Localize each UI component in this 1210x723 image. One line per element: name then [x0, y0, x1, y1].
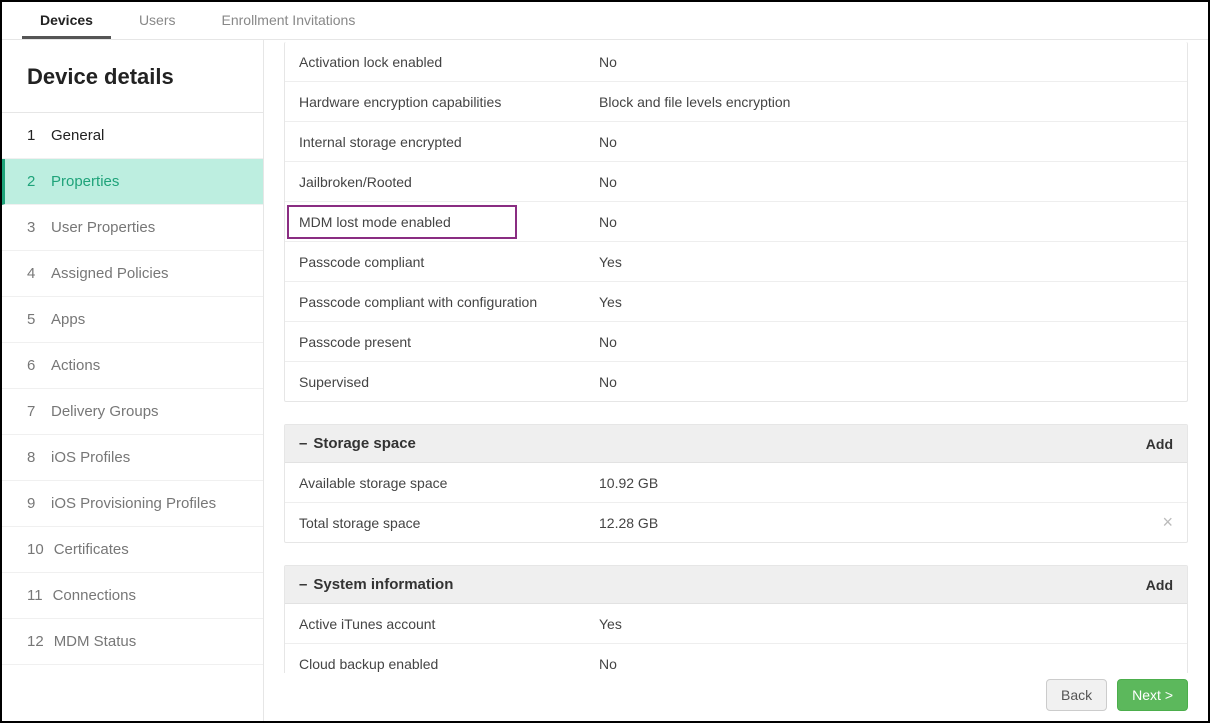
sidebar-item-label: Delivery Groups — [51, 403, 159, 420]
property-row: Activation lock enabledNo — [285, 42, 1187, 82]
property-row: Internal storage encryptedNo — [285, 122, 1187, 162]
property-label: Hardware encryption capabilities — [299, 94, 599, 110]
property-label: Available storage space — [299, 475, 599, 491]
property-label: Internal storage encrypted — [299, 134, 599, 150]
property-label: Supervised — [299, 374, 599, 390]
sidebar-item-label: Connections — [53, 587, 136, 604]
property-label: Total storage space — [299, 515, 599, 531]
footer-actions: Back Next > — [1046, 679, 1188, 711]
add-system-button[interactable]: Add — [1146, 577, 1173, 593]
property-value: Yes — [599, 254, 1173, 270]
tab-users[interactable]: Users — [121, 2, 194, 39]
sidebar-item-apps[interactable]: 5Apps — [2, 297, 263, 343]
sidebar-nav: 1General 2Properties 3User Properties 4A… — [2, 113, 263, 665]
next-button[interactable]: Next > — [1117, 679, 1188, 711]
top-tabbar: Devices Users Enrollment Invitations — [2, 2, 1208, 40]
property-row: Available storage space10.92 GB — [285, 463, 1187, 503]
content-scroll[interactable]: Activation lock enabledNo Hardware encry… — [284, 40, 1188, 673]
section-storage: – Storage space Add Available storage sp… — [284, 424, 1188, 543]
property-row: Passcode compliantYes — [285, 242, 1187, 282]
property-value: No — [599, 174, 1173, 190]
sidebar-item-label: General — [51, 127, 104, 144]
property-label: Passcode compliant — [299, 254, 599, 270]
highlighted-label: MDM lost mode enabled — [287, 205, 517, 239]
section-header-system: – System information Add — [285, 566, 1187, 604]
property-row: Jailbroken/RootedNo — [285, 162, 1187, 202]
collapse-icon[interactable]: – — [299, 576, 307, 593]
sidebar-item-label: Actions — [51, 357, 100, 374]
back-button[interactable]: Back — [1046, 679, 1107, 711]
page-title: Device details — [2, 40, 263, 113]
property-value: Block and file levels encryption — [599, 94, 1173, 110]
main-content: Activation lock enabledNo Hardware encry… — [264, 40, 1208, 721]
sidebar-item-label: Certificates — [54, 541, 129, 558]
sidebar-item-general[interactable]: 1General — [2, 113, 263, 159]
property-value: Yes — [599, 294, 1173, 310]
property-row: Passcode presentNo — [285, 322, 1187, 362]
sidebar: Device details 1General 2Properties 3Use… — [2, 40, 264, 721]
property-row-mdm-lost-mode: MDM lost mode enabled No — [285, 202, 1187, 242]
property-value: No — [599, 374, 1173, 390]
property-label: Active iTunes account — [299, 616, 599, 632]
sidebar-item-delivery-groups[interactable]: 7Delivery Groups — [2, 389, 263, 435]
sidebar-item-label: Apps — [51, 311, 85, 328]
collapse-icon[interactable]: – — [299, 435, 307, 452]
sidebar-item-ios-profiles[interactable]: 8iOS Profiles — [2, 435, 263, 481]
sidebar-item-label: MDM Status — [54, 633, 137, 650]
sidebar-item-label: Properties — [51, 173, 119, 190]
property-label: Activation lock enabled — [299, 54, 599, 70]
property-label: Cloud backup enabled — [299, 656, 599, 672]
property-value: No — [599, 134, 1173, 150]
sidebar-item-actions[interactable]: 6Actions — [2, 343, 263, 389]
sidebar-item-connections[interactable]: 11Connections — [2, 573, 263, 619]
section-security: Activation lock enabledNo Hardware encry… — [284, 42, 1188, 402]
property-value: No — [599, 656, 1173, 672]
property-label: Jailbroken/Rooted — [299, 174, 599, 190]
property-row: Total storage space12.28 GB× — [285, 503, 1187, 542]
sidebar-item-ios-provisioning-profiles[interactable]: 9iOS Provisioning Profiles — [2, 481, 263, 527]
property-row: SupervisedNo — [285, 362, 1187, 401]
property-value: 12.28 GB — [599, 515, 1173, 531]
tab-enrollment-invitations[interactable]: Enrollment Invitations — [204, 2, 374, 39]
sidebar-item-mdm-status[interactable]: 12MDM Status — [2, 619, 263, 665]
sidebar-item-properties[interactable]: 2Properties — [2, 159, 263, 205]
sidebar-item-certificates[interactable]: 10Certificates — [2, 527, 263, 573]
section-header-storage: – Storage space Add — [285, 425, 1187, 463]
section-system-information: – System information Add Active iTunes a… — [284, 565, 1188, 673]
property-row: Active iTunes accountYes — [285, 604, 1187, 644]
sidebar-item-label: iOS Profiles — [51, 449, 130, 466]
remove-row-icon[interactable]: × — [1162, 512, 1173, 533]
sidebar-item-label: iOS Provisioning Profiles — [51, 495, 216, 512]
sidebar-item-assigned-policies[interactable]: 4Assigned Policies — [2, 251, 263, 297]
property-label: Passcode present — [299, 334, 599, 350]
property-value: Yes — [599, 616, 1173, 632]
tab-devices[interactable]: Devices — [22, 2, 111, 39]
property-value: No — [599, 54, 1173, 70]
section-title: Storage space — [313, 435, 416, 452]
sidebar-item-label: User Properties — [51, 219, 155, 236]
property-row: Passcode compliant with configurationYes — [285, 282, 1187, 322]
sidebar-item-label: Assigned Policies — [51, 265, 169, 282]
add-storage-button[interactable]: Add — [1146, 436, 1173, 452]
section-title: System information — [313, 576, 453, 593]
sidebar-item-user-properties[interactable]: 3User Properties — [2, 205, 263, 251]
property-row: Hardware encryption capabilitiesBlock an… — [285, 82, 1187, 122]
property-value: 10.92 GB — [599, 475, 1173, 491]
property-value: No — [599, 214, 1173, 230]
property-row: Cloud backup enabledNo — [285, 644, 1187, 673]
property-value: No — [599, 334, 1173, 350]
property-label: Passcode compliant with configuration — [299, 294, 599, 310]
